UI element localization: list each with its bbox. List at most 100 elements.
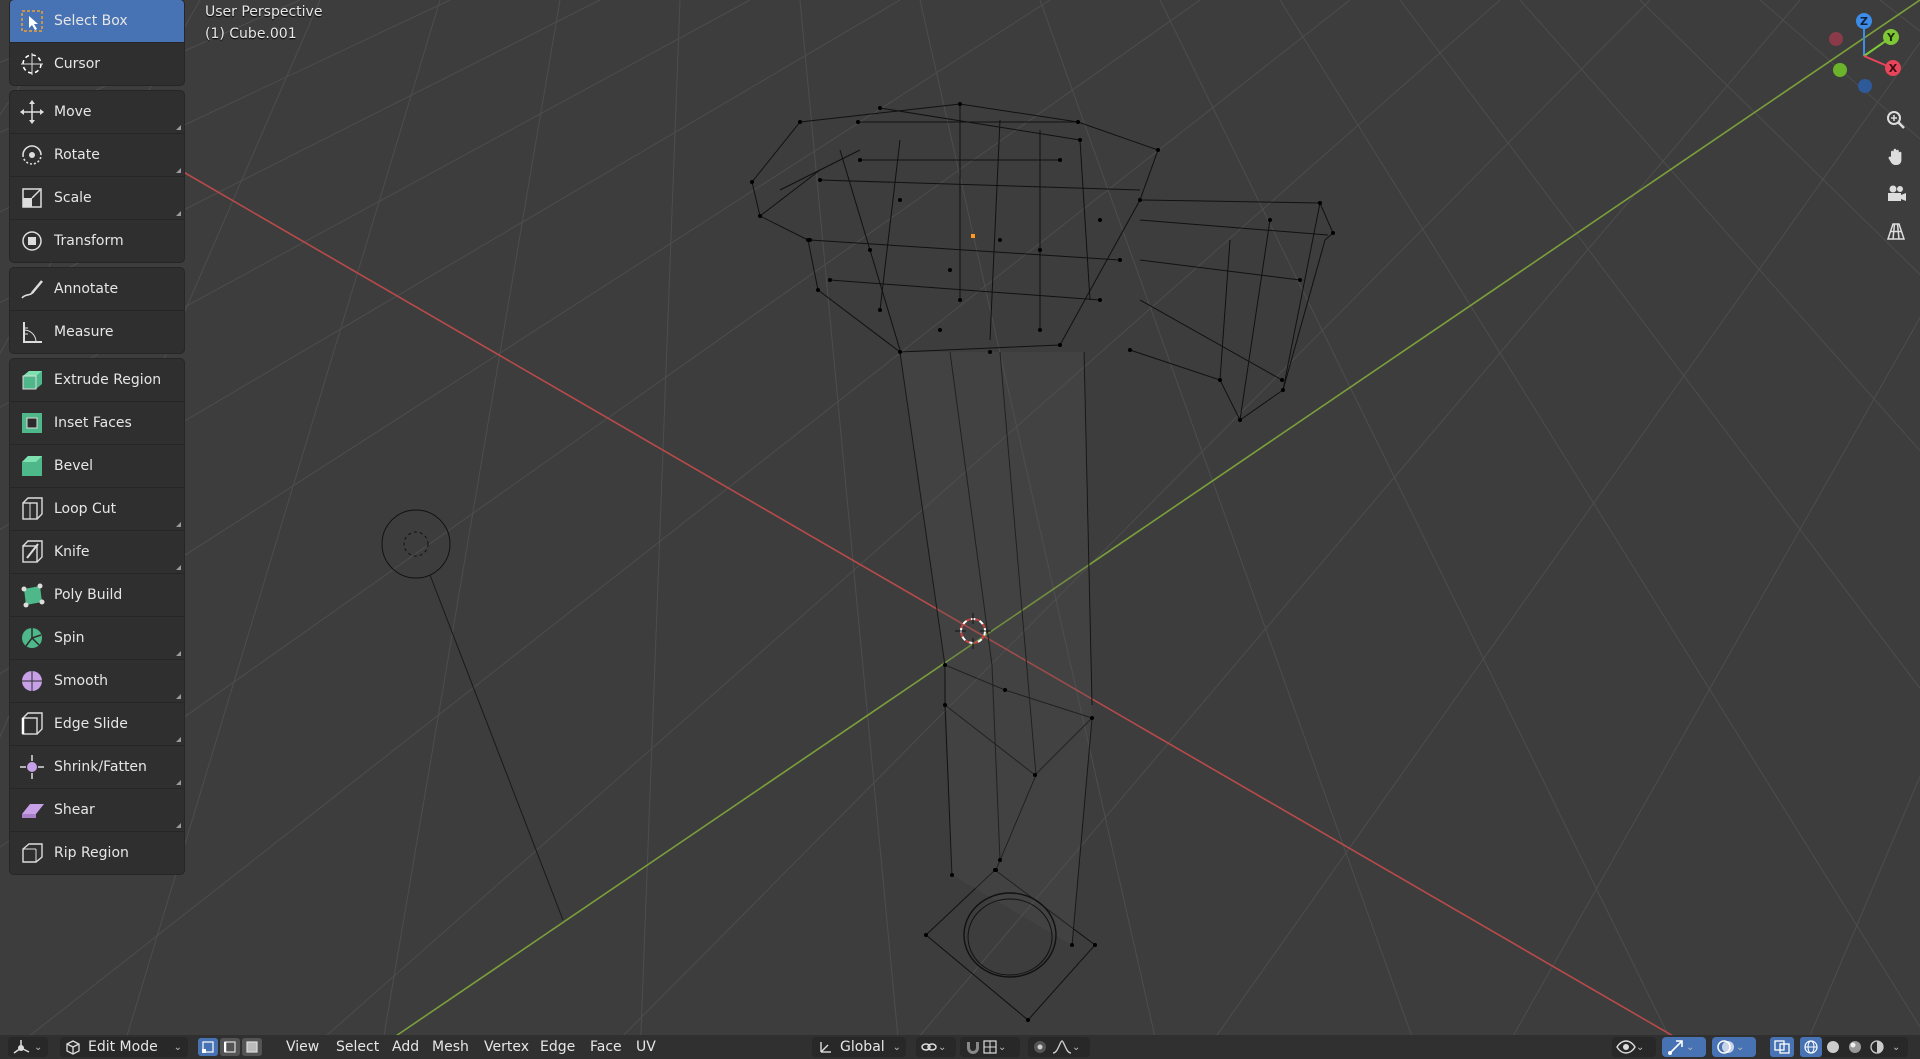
grid-line: [1519, 0, 1920, 452]
wireframe-shading-icon[interactable]: [1800, 1037, 1822, 1057]
proportional-editing-dropdown[interactable]: ⌄: [1028, 1037, 1090, 1057]
mesh-vertex: [1098, 298, 1102, 302]
menu-vertex[interactable]: Vertex: [478, 1035, 535, 1059]
tool-scale[interactable]: Scale: [10, 177, 184, 220]
tool-transform[interactable]: Transform: [10, 220, 184, 262]
mesh-vertex: [1033, 773, 1037, 777]
rendered-shading-icon[interactable]: [1866, 1037, 1888, 1057]
tool-spin[interactable]: Spin: [10, 617, 184, 660]
mesh-edge: [829, 279, 1101, 301]
tool-poly-build[interactable]: Poly Build: [10, 574, 184, 617]
visibility-dropdown[interactable]: ⌄: [1612, 1037, 1656, 1057]
mesh-vertex: [1268, 218, 1272, 222]
tool-shelf: Select Box Cursor Move Rotate Scale Transform…: [10, 0, 184, 880]
light-direction-line: [429, 574, 564, 921]
tool-label: Rip Region: [54, 845, 129, 861]
mesh-vertex: [1128, 348, 1132, 352]
tool-extrude-region[interactable]: Extrude Region: [10, 359, 184, 402]
mesh-vertex: [1318, 201, 1322, 205]
menu-mesh[interactable]: Mesh: [426, 1035, 475, 1059]
tool-smooth[interactable]: Smooth: [10, 660, 184, 703]
grid-ortho-icon[interactable]: [1880, 215, 1912, 247]
mesh-vertex: [1090, 716, 1094, 720]
mesh-edge: [989, 119, 1001, 341]
snap-dropdown[interactable]: ⌄: [960, 1037, 1020, 1057]
edit-mode-icon: [66, 1040, 80, 1055]
mesh-vertex: [924, 933, 928, 937]
tool-cursor[interactable]: Cursor: [10, 43, 184, 85]
solid-shading-icon[interactable]: [1822, 1037, 1844, 1057]
tool-inset-faces[interactable]: Inset Faces: [10, 402, 184, 445]
shading-mode-group[interactable]: ⌄: [1800, 1037, 1908, 1057]
material-shading-icon[interactable]: [1844, 1037, 1866, 1057]
menu-edge[interactable]: Edge: [534, 1035, 581, 1059]
mesh-vertex: [818, 178, 822, 182]
tool-label: Shear: [54, 802, 95, 818]
tool-measure[interactable]: Measure: [10, 311, 184, 353]
y-axis-line: [389, 0, 1920, 1041]
transform-orientation-dropdown[interactable]: Global ⌄: [812, 1037, 906, 1057]
tool-rip-region[interactable]: Rip Region: [10, 832, 184, 874]
face-select-button[interactable]: [242, 1038, 262, 1056]
menu-face[interactable]: Face: [584, 1035, 628, 1059]
zoom-icon[interactable]: [1880, 104, 1912, 136]
mesh-face: [900, 352, 1092, 945]
gizmo-neg-x-icon[interactable]: [1829, 32, 1843, 46]
mesh-vertex: [1026, 1018, 1030, 1022]
mesh-vertex: [878, 308, 882, 312]
tool-select-box[interactable]: Select Box: [10, 0, 184, 43]
navigation-gizmo[interactable]: Z Y X: [1820, 6, 1916, 96]
mesh-vertex: [1078, 138, 1082, 142]
tool-label: Rotate: [54, 147, 100, 163]
tool-edge-slide[interactable]: Edge Slide: [10, 703, 184, 746]
gizmo-neg-z-icon[interactable]: [1858, 79, 1872, 93]
camera-icon[interactable]: [1880, 178, 1912, 210]
tool-rotate[interactable]: Rotate: [10, 134, 184, 177]
3d-viewport[interactable]: User Perspective (1) Cube.001 Select Box…: [0, 0, 1920, 1059]
hand-pan-icon[interactable]: [1880, 141, 1912, 173]
grid-line: [1159, 0, 1681, 1059]
tool-annotate[interactable]: Annotate: [10, 268, 184, 311]
tool-move[interactable]: Move: [10, 91, 184, 134]
xray-icon: [1774, 1040, 1790, 1054]
tool-bevel[interactable]: Bevel: [10, 445, 184, 488]
mesh-edge: [1282, 202, 1321, 391]
menu-uv[interactable]: UV: [630, 1035, 662, 1059]
edge-select-button[interactable]: [220, 1038, 240, 1056]
view-perspective-label: User Perspective: [205, 4, 323, 20]
scale-icon: [10, 177, 54, 219]
shear-icon: [10, 789, 54, 831]
menu-add[interactable]: Add: [386, 1035, 425, 1059]
tool-label: Bevel: [54, 458, 94, 474]
grid-line: [1199, 41, 1920, 1059]
tool-knife[interactable]: Knife: [10, 531, 184, 574]
tool-shear[interactable]: Shear: [10, 789, 184, 832]
chevron-down-icon: ⌄: [1736, 1041, 1745, 1053]
pivot-point-dropdown[interactable]: ⌄: [916, 1037, 956, 1057]
tool-group: Extrude Region Inset Faces Bevel Loop Cut Kn…: [10, 359, 184, 874]
editor-type-dropdown[interactable]: ⌄: [8, 1037, 48, 1057]
light-core: [403, 531, 429, 557]
chevron-down-icon: ⌄: [998, 1041, 1007, 1053]
vertex-select-button[interactable]: [198, 1038, 218, 1056]
mode-dropdown[interactable]: Edit Mode ⌄: [60, 1037, 188, 1057]
mesh-vertex: [1070, 943, 1074, 947]
proportional-edit-icon: [1034, 1041, 1046, 1053]
tool-loop-cut[interactable]: Loop Cut: [10, 488, 184, 531]
chevron-down-icon: ⌄: [892, 1041, 901, 1053]
mesh-vertex: [1038, 328, 1042, 332]
gizmo-toggle-button[interactable]: ⌄: [1662, 1037, 1706, 1057]
extrude-region-icon: [10, 359, 54, 401]
overlays-toggle-button[interactable]: ⌄: [1712, 1037, 1756, 1057]
grid-line: [1279, 0, 1920, 1028]
xray-toggle-button[interactable]: [1770, 1037, 1794, 1057]
mesh-vertex: [1298, 278, 1302, 282]
tool-label: Select Box: [54, 13, 128, 29]
gizmo-neg-y-icon[interactable]: [1833, 63, 1847, 77]
grid-line: [379, 0, 561, 1059]
knife-icon: [10, 531, 54, 573]
tool-variants-indicator: [176, 565, 181, 570]
tool-shrink-fatten[interactable]: Shrink/Fatten: [10, 746, 184, 789]
menu-select[interactable]: Select: [330, 1035, 385, 1059]
menu-view[interactable]: View: [280, 1035, 325, 1059]
